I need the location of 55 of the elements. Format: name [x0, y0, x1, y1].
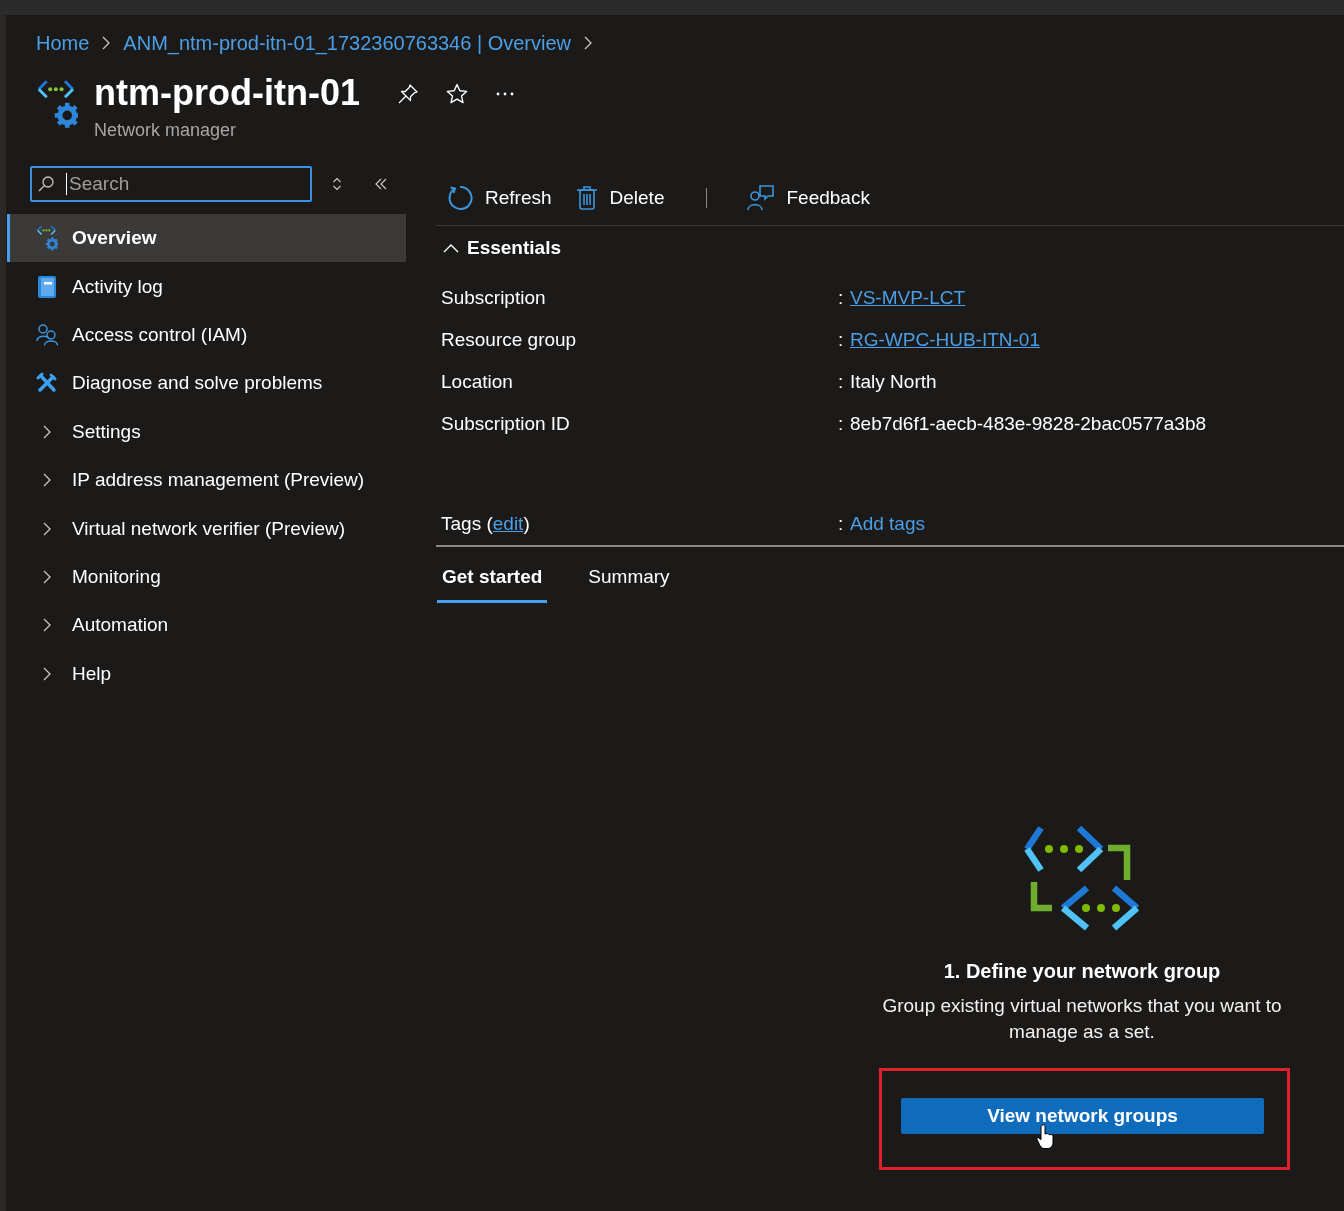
nav-item[interactable]: Settings	[7, 407, 406, 456]
property-value: Italy North	[850, 371, 937, 393]
more-icon[interactable]	[495, 92, 514, 96]
people-icon	[36, 323, 58, 346]
label-colon: :	[838, 287, 845, 309]
label-colon: :	[838, 413, 845, 435]
property-value: 8eb7d6f1-aecb-483e-9828-2bac0577a3b8	[850, 413, 1207, 435]
toolbar-button[interactable]: Delete	[575, 186, 665, 210]
chevron-right-icon	[584, 36, 593, 50]
breadcrumb-link[interactable]: ANM_ntm-prod-itn-01_1732360763346 | Overview	[123, 29, 572, 57]
label-colon: :	[838, 329, 845, 351]
brackets-gear-icon	[36, 79, 78, 129]
essentials-toggle[interactable]: Essentials	[436, 226, 561, 270]
nav-item[interactable]: Help	[7, 649, 406, 698]
trash-icon	[575, 186, 598, 210]
toolbar-button[interactable]: Refresh	[447, 185, 552, 211]
nav-item[interactable]: Monitoring	[7, 552, 406, 602]
nav-item[interactable]: Access control (IAM)	[7, 310, 406, 360]
search-icon	[38, 176, 54, 192]
property-link[interactable]: VS-MVP-LCT	[850, 287, 966, 309]
sort-icon[interactable]	[332, 177, 342, 191]
property-label: Location	[441, 371, 514, 393]
card-title: 1. Define your network group	[943, 959, 1221, 984]
property-label: Subscription	[441, 287, 547, 309]
property-label: Resource group	[441, 329, 578, 351]
label-colon: :	[838, 513, 845, 535]
card-description: Group existing virtual networks that you want to manage as a set.	[881, 994, 1283, 1044]
tab[interactable]: Get started	[437, 559, 548, 603]
primary-button[interactable]: View network groups	[901, 1098, 1264, 1134]
brackets-gear-icon	[36, 225, 58, 252]
tab[interactable]: Summary	[583, 559, 675, 603]
nav-item[interactable]: Automation	[7, 601, 406, 650]
tags-label: Tags (edit)	[441, 513, 531, 535]
book-icon	[38, 275, 56, 298]
nav-item[interactable]: Overview	[7, 214, 406, 263]
search-field[interactable]: Search	[30, 166, 312, 202]
pin-icon[interactable]	[397, 84, 418, 104]
page-subtitle: Network manager	[94, 119, 238, 141]
collapse-icon[interactable]	[375, 178, 387, 190]
breadcrumb-link[interactable]: Home	[36, 29, 90, 57]
star-icon[interactable]	[445, 83, 468, 105]
page-title: ntm-prod-itn-01	[94, 73, 360, 113]
nav-item[interactable]: Diagnose and solve problems	[7, 359, 406, 408]
property-label: Subscription ID	[441, 413, 571, 435]
property-link[interactable]: RG-WPC-HUB-ITN-01	[850, 329, 1040, 351]
nav-item[interactable]: Virtual network verifier (Preview)	[7, 504, 406, 553]
toolbar-button[interactable]: Feedback	[747, 185, 870, 211]
chevron-right-icon	[102, 36, 111, 50]
nav-item[interactable]: IP address management (Preview)	[7, 455, 406, 505]
refresh-icon	[447, 185, 473, 211]
label-colon: :	[838, 371, 845, 393]
nav-item[interactable]: Activity log	[7, 262, 406, 311]
add-tags-link[interactable]: Add tags	[850, 513, 925, 535]
crossed-tools-icon	[36, 372, 58, 395]
person-speech-bubble-icon	[747, 185, 775, 211]
